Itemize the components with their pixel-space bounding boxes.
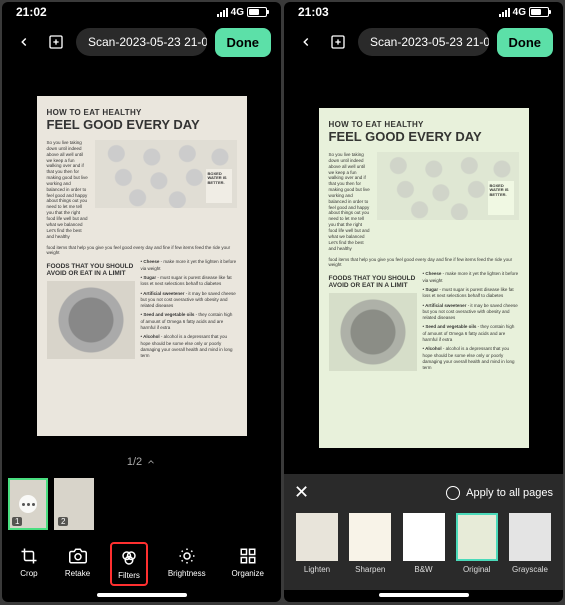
document-viewport[interactable]: HOW TO EAT HEALTHY FEEL GOOD EVERY DAY S… xyxy=(2,62,281,450)
network-label: 4G xyxy=(231,7,244,18)
filter-grayscale[interactable]: Grayscale xyxy=(509,513,551,574)
brightness-button[interactable]: Brightness xyxy=(162,542,212,586)
thumbnails-strip: 1 2 xyxy=(2,474,281,534)
filters-button[interactable]: Filters xyxy=(110,542,148,586)
doc-image-limes: BOXED WATER IS BETTER. xyxy=(377,152,519,220)
chevron-up-icon xyxy=(146,457,156,467)
add-page-button[interactable] xyxy=(44,30,68,54)
doc-image-limes: BOXED WATER IS BETTER. xyxy=(95,140,237,208)
filter-preview xyxy=(349,513,391,561)
radio-icon xyxy=(446,486,460,500)
crop-icon xyxy=(19,546,39,566)
doc-heading-small: HOW TO EAT HEALTHY xyxy=(329,120,519,129)
document-title-input[interactable]: Scan-2023-05-23 21-01-17 xyxy=(358,28,489,56)
doc-bullets: • Cheese - make more it yet the lighten … xyxy=(423,271,519,374)
filter-preview xyxy=(509,513,551,561)
filter-bw[interactable]: B&W xyxy=(403,513,445,574)
doc-heading-small: HOW TO EAT HEALTHY xyxy=(47,108,237,117)
crop-button[interactable]: Crop xyxy=(13,542,45,586)
battery-icon xyxy=(529,7,549,17)
doc-intro-text: So you live taking down until indeed abo… xyxy=(329,152,371,251)
home-indicator[interactable] xyxy=(97,593,187,597)
done-button[interactable]: Done xyxy=(497,28,554,57)
filter-options: Lighten Sharpen B&W Original Grayscale xyxy=(294,513,553,582)
status-indicators: 4G xyxy=(217,7,267,18)
scanned-page: HOW TO EAT HEALTHY FEEL GOOD EVERY DAY S… xyxy=(319,108,529,448)
status-time: 21:02 xyxy=(16,5,47,19)
screen-right: 21:03 4G Scan-2023-05-23 21-01-17 Done H… xyxy=(284,2,563,602)
retake-button[interactable]: Retake xyxy=(59,542,96,586)
thumb-index: 2 xyxy=(58,517,68,526)
battery-icon xyxy=(247,7,267,17)
home-indicator[interactable] xyxy=(379,593,469,597)
filters-icon xyxy=(119,548,139,568)
filter-preview xyxy=(456,513,498,561)
page-thumbnail-2[interactable]: 2 xyxy=(54,478,94,530)
boxed-water-label: BOXED WATER IS BETTER. xyxy=(488,181,514,215)
filter-panel: ✕ Apply to all pages Lighten Sharpen B&W… xyxy=(284,474,563,590)
more-icon[interactable] xyxy=(19,495,37,513)
back-button[interactable] xyxy=(12,30,36,54)
document-viewport[interactable]: HOW TO EAT HEALTHY FEEL GOOD EVERY DAY S… xyxy=(284,62,563,474)
filter-original[interactable]: Original xyxy=(456,513,498,574)
doc-image-tea xyxy=(329,293,417,371)
top-bar: Scan-2023-05-23 21-01-17 Done xyxy=(284,22,563,62)
done-button[interactable]: Done xyxy=(215,28,272,57)
doc-subheading: FOODS THAT YOU SHOULD AVOID OR EAT IN A … xyxy=(329,275,417,289)
close-filters-button[interactable]: ✕ xyxy=(294,482,309,503)
document-title-input[interactable]: Scan-2023-05-23 21-01-17 xyxy=(76,28,207,56)
back-button[interactable] xyxy=(294,30,318,54)
apply-all-toggle[interactable]: Apply to all pages xyxy=(446,486,553,500)
camera-icon xyxy=(68,546,88,566)
doc-bullets: • Cheese - make more it yet the lighten … xyxy=(141,259,237,362)
top-bar: Scan-2023-05-23 21-01-17 Done xyxy=(2,22,281,62)
filter-preview xyxy=(403,513,445,561)
brightness-icon xyxy=(177,546,197,566)
screen-left: 21:02 4G Scan-2023-05-23 21-01-17 Done H… xyxy=(2,2,281,602)
grid-icon xyxy=(238,546,258,566)
doc-para: food items that help you give you feel g… xyxy=(329,257,519,267)
doc-para: food items that help you give you feel g… xyxy=(47,245,237,255)
doc-image-tea xyxy=(47,281,135,359)
status-time: 21:03 xyxy=(298,5,329,19)
status-indicators: 4G xyxy=(499,7,549,18)
organize-button[interactable]: Organize xyxy=(226,542,270,586)
scanned-page: HOW TO EAT HEALTHY FEEL GOOD EVERY DAY S… xyxy=(37,96,247,436)
network-label: 4G xyxy=(513,7,526,18)
bottom-toolbar: Crop Retake Filters Brightness Organize xyxy=(2,534,281,590)
filter-sharpen[interactable]: Sharpen xyxy=(349,513,391,574)
doc-subheading: FOODS THAT YOU SHOULD AVOID OR EAT IN A … xyxy=(47,263,135,277)
doc-intro-text: So you live taking down until indeed abo… xyxy=(47,140,89,239)
status-bar: 21:02 4G xyxy=(2,2,281,22)
add-page-button[interactable] xyxy=(326,30,350,54)
boxed-water-label: BOXED WATER IS BETTER. xyxy=(206,169,232,203)
thumb-index: 1 xyxy=(12,517,22,526)
doc-heading-large: FEEL GOOD EVERY DAY xyxy=(47,117,237,132)
status-bar: 21:03 4G xyxy=(284,2,563,22)
filter-lighten[interactable]: Lighten xyxy=(296,513,338,574)
page-indicator[interactable]: 1/2 xyxy=(2,450,281,474)
page-thumbnail-1[interactable]: 1 xyxy=(8,478,48,530)
filter-preview xyxy=(296,513,338,561)
doc-heading-large: FEEL GOOD EVERY DAY xyxy=(329,129,519,144)
signal-icon xyxy=(499,8,510,17)
signal-icon xyxy=(217,8,228,17)
